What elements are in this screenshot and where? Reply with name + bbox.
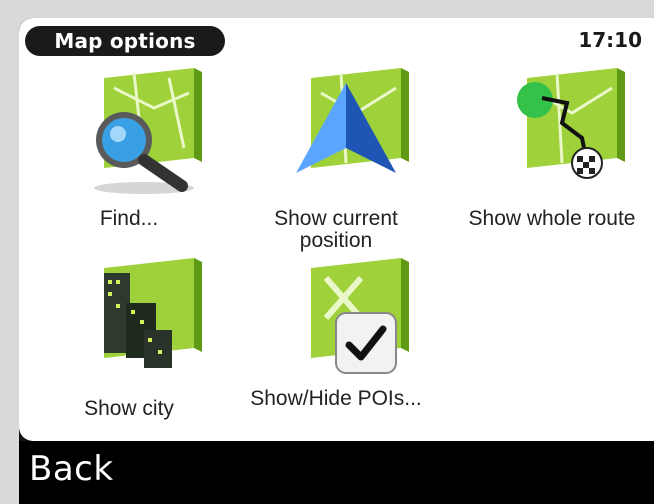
show-hide-pois-button[interactable]: Show/Hide POIs...	[236, 258, 436, 448]
page-title: Map options	[25, 26, 225, 56]
city-buildings-icon	[104, 258, 202, 368]
show-whole-route-button[interactable]: Show whole route	[452, 68, 652, 258]
position-arrow-icon	[296, 68, 409, 173]
back-label: Back	[29, 449, 114, 489]
screen: Map options 17:10 Find... Show current p…	[19, 18, 654, 504]
device-frame: Map options 17:10 Find... Show current p…	[0, 0, 654, 504]
find-button[interactable]: Find...	[29, 68, 229, 258]
poi-toggle-icon	[311, 258, 409, 374]
show-current-position-button[interactable]: Show current position	[236, 68, 436, 258]
magnifier-map-icon	[94, 68, 202, 194]
menu-panel: Map options 17:10 Find... Show current p…	[19, 18, 654, 441]
show-hide-pois-label: Show/Hide POIs...	[250, 387, 422, 410]
show-current-position-label: Show current position	[274, 207, 398, 252]
clock: 17:10	[578, 28, 642, 52]
find-label: Find...	[99, 207, 159, 230]
route-map-icon	[517, 68, 625, 179]
show-whole-route-label: Show whole route	[468, 207, 636, 230]
back-button[interactable]: Back	[19, 441, 654, 504]
show-city-button[interactable]: Show city	[29, 258, 229, 448]
show-city-label: Show city	[84, 397, 174, 420]
